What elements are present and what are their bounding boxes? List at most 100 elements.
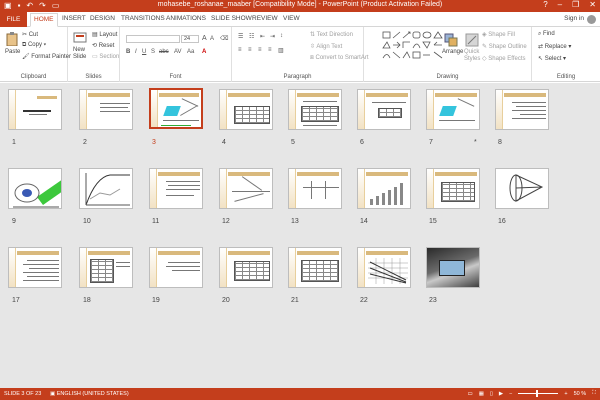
minimize-button[interactable]: – [558,0,562,9]
slide-thumbnail[interactable] [357,89,411,130]
character-spacing-icon[interactable]: AV [174,49,182,55]
sign-in-link[interactable]: Sign in [564,15,584,22]
select-button[interactable]: ↖ Select ▾ [538,55,566,62]
bold-button[interactable]: B [126,49,130,55]
clear-formatting-icon[interactable]: ⌫ [220,35,228,42]
avatar[interactable] [587,15,596,24]
slide-thumbnail[interactable] [8,89,62,130]
align-left-icon[interactable]: ≡ [238,47,242,53]
align-center-icon[interactable]: ≡ [248,47,252,53]
format-painter-button[interactable]: 🖌 Format Painter [22,53,71,60]
restore-button[interactable]: ❐ [572,0,579,9]
copy-button[interactable]: ⧉ Copy ▾ [22,42,46,49]
slide-thumbnail[interactable] [8,168,62,209]
reading-view-icon[interactable]: ▯ [490,391,493,397]
reset-button[interactable]: ⟲ Reset [92,42,114,49]
shape-outline-button[interactable]: ✎ Shape Outline [482,43,527,50]
zoom-level[interactable]: 50 % [574,391,587,397]
tab-animations[interactable]: ANIMATIONS [166,15,206,22]
strikethrough-button[interactable]: abc [159,49,169,55]
language-indicator[interactable]: ▣ ENGLISH (UNITED STATES) [50,391,129,397]
font-size-box[interactable]: 24 [181,35,199,43]
slide-thumbnail[interactable] [219,168,273,209]
shape-effects-button[interactable]: ◇ Shape Effects [482,55,526,62]
slide-thumbnail[interactable] [426,168,480,209]
layout-button[interactable]: ▤ Layout [92,31,117,38]
slide-number: 15 [429,218,437,225]
slide-thumbnail[interactable] [149,168,203,209]
slide-thumbnail[interactable] [79,89,133,130]
grow-font-button[interactable]: A [202,35,207,42]
align-right-icon[interactable]: ≡ [258,47,262,53]
zoom-slider-thumb[interactable] [536,390,539,397]
section-button[interactable]: ▭ Section [92,53,119,60]
slide-thumbnail[interactable] [357,247,411,288]
new-slide-button-line2[interactable]: Slide [73,54,86,60]
slide-thumbnail[interactable] [426,247,480,288]
tab-slide-show[interactable]: SLIDE SHOW [211,15,252,22]
slide-thumbnail[interactable] [8,247,62,288]
quick-styles-button-line2[interactable]: Styles [464,56,480,62]
quick-styles-icon[interactable] [465,33,479,47]
slide-thumbnail[interactable] [149,247,203,288]
new-slide-button[interactable]: New [73,47,85,53]
font-color-icon[interactable]: A [202,49,206,55]
slide-thumbnail[interactable] [219,89,273,130]
new-slide-icon[interactable] [73,31,87,45]
align-text-button[interactable]: ⇳ Align Text [310,43,342,50]
slide-thumbnail[interactable] [288,89,342,130]
italic-button[interactable]: I [135,49,137,55]
fit-to-window-icon[interactable]: ⛶ [592,390,596,397]
format-painter-icon: 🖌 [22,54,32,60]
font-name-box[interactable] [126,35,180,43]
slide-thumbnail[interactable] [219,247,273,288]
zoom-slider[interactable] [518,390,559,397]
replace-button[interactable]: ⇄ Replace ▾ [538,43,571,50]
underline-button[interactable]: U [142,49,146,55]
numbering-icon[interactable]: ☷ [249,33,254,40]
shrink-font-button[interactable]: A [210,36,214,42]
convert-smartart-button[interactable]: ⧈ Convert to SmartArt [310,55,369,62]
zoom-in-button[interactable]: + [564,391,567,397]
paste-button[interactable]: Paste [5,49,20,55]
slide-thumbnail[interactable] [357,168,411,209]
shapes-gallery[interactable] [382,31,444,61]
text-direction-button[interactable]: ⇅ Text Direction [310,31,353,38]
change-case-icon[interactable]: Aa [187,49,194,55]
justify-icon[interactable]: ≡ [268,47,272,53]
zoom-out-button[interactable]: − [509,391,512,397]
slideshow-view-icon[interactable]: ▶ [499,391,503,397]
tab-design[interactable]: DESIGN [90,15,115,22]
close-button[interactable]: ✕ [589,0,596,9]
tab-transitions[interactable]: TRANSITIONS [121,15,165,22]
slide-thumbnail[interactable] [495,168,549,209]
shadow-button[interactable]: S [151,49,155,55]
slide-sorter-view-icon[interactable]: ▦ [479,391,484,397]
tab-view[interactable]: VIEW [283,15,300,22]
slide-thumbnail[interactable] [426,89,480,130]
slide-thumbnail-selected[interactable] [149,88,203,129]
tab-insert[interactable]: INSERT [62,15,86,22]
slide-thumbnail[interactable] [79,247,133,288]
slide-thumbnail[interactable] [495,89,549,130]
tab-review[interactable]: REVIEW [252,15,278,22]
tab-home[interactable]: HOME [30,13,58,27]
quick-styles-button[interactable]: Quick [464,49,479,55]
arrange-button[interactable]: Arrange [442,49,463,55]
find-button[interactable]: ⌕ Find [538,31,555,38]
decrease-indent-icon[interactable]: ⇤ [260,33,265,40]
help-button[interactable]: ? [543,0,547,9]
line-spacing-icon[interactable]: ↕ [280,33,283,39]
tab-file[interactable]: FILE [0,12,27,27]
cut-button[interactable]: ✂ Cut [22,31,38,38]
slide-thumbnail[interactable] [288,247,342,288]
normal-view-icon[interactable]: ▭ [467,391,472,397]
columns-icon[interactable]: ▥ [278,47,284,54]
increase-indent-icon[interactable]: ⇥ [270,33,275,40]
arrange-icon[interactable] [444,33,458,47]
bullets-icon[interactable]: ☰ [238,33,243,40]
slide-thumbnail[interactable] [288,168,342,209]
slide-thumbnail[interactable] [79,168,133,209]
shape-fill-button[interactable]: ◈ Shape Fill [482,31,515,38]
paste-icon[interactable] [5,32,19,46]
